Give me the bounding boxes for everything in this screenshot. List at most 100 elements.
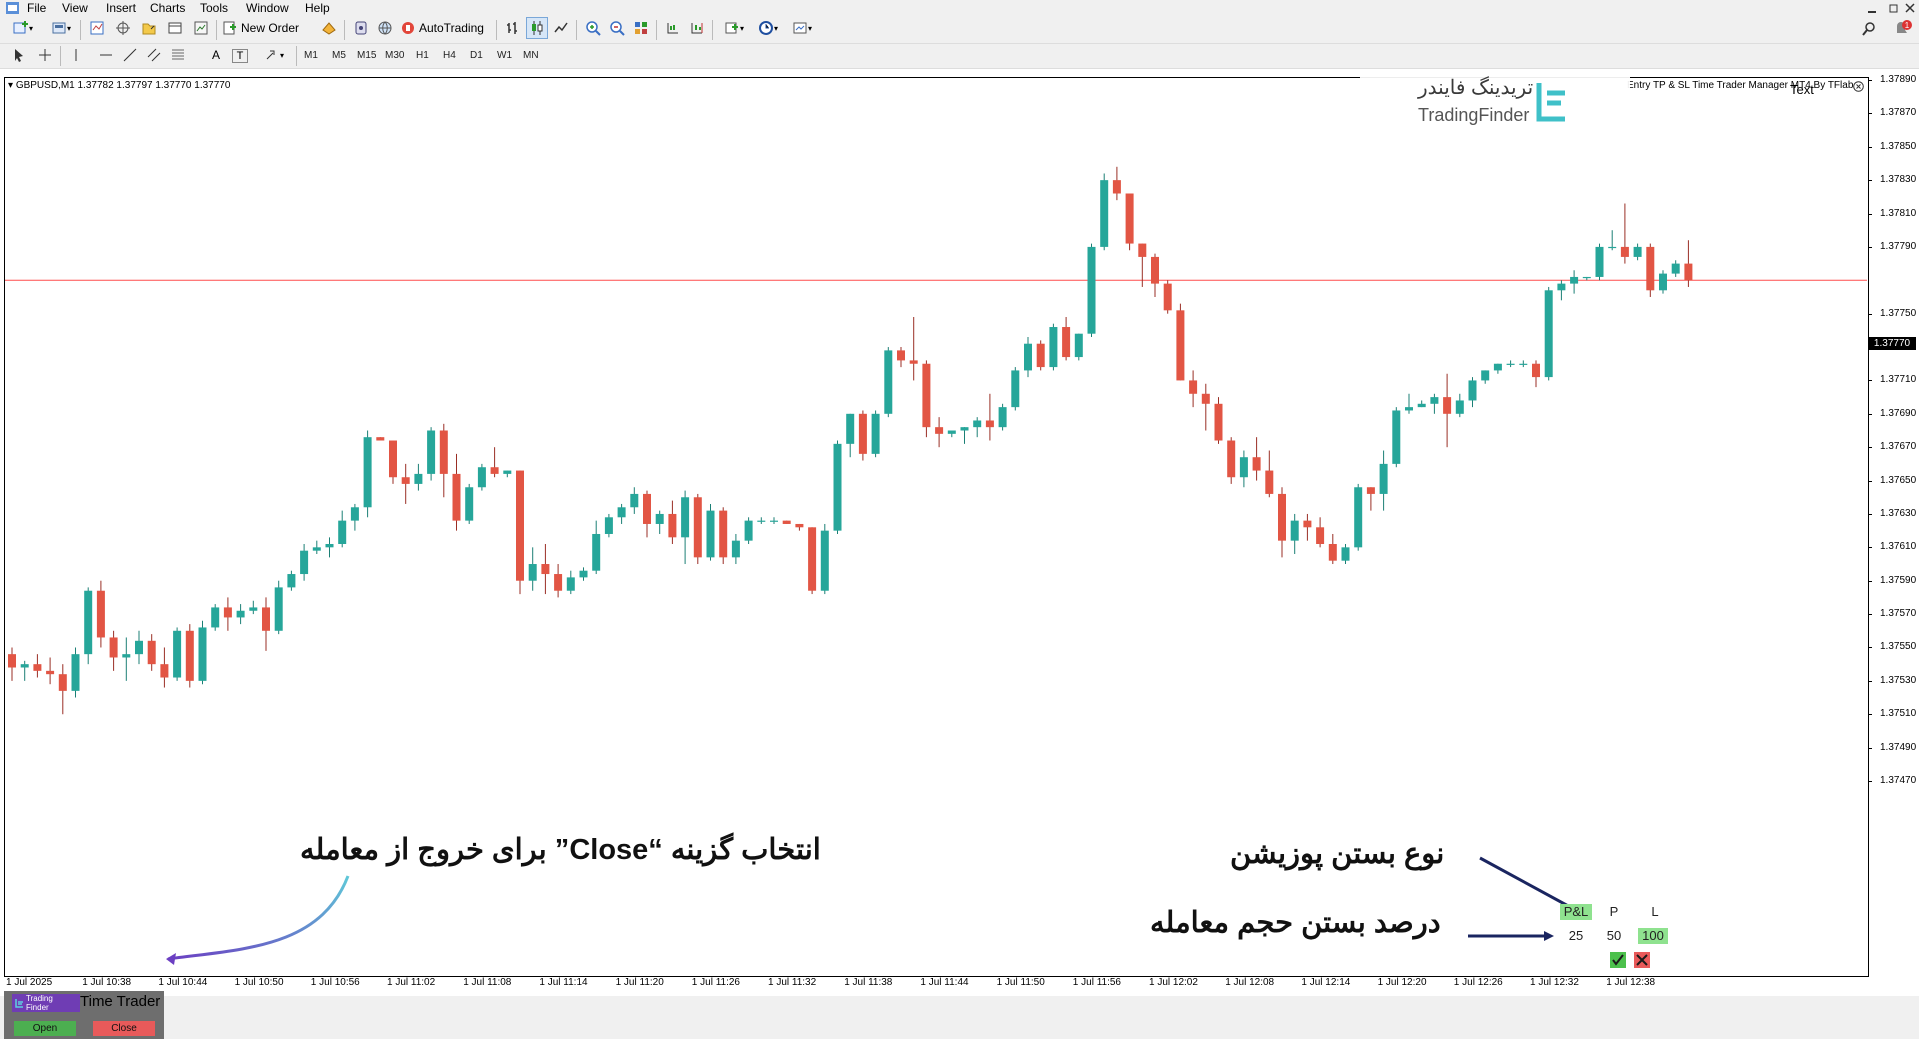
cursor-button[interactable] xyxy=(8,44,30,66)
chart-shift-button[interactable] xyxy=(662,17,684,39)
tile-windows-button[interactable] xyxy=(630,17,652,39)
profiles-button[interactable]: ▾ xyxy=(46,17,76,39)
panel-logo-line2: Finder xyxy=(26,1003,49,1012)
profiles-icon xyxy=(52,22,66,34)
indicators-button[interactable]: ▾ xyxy=(718,17,750,39)
close-window-icon[interactable] xyxy=(1905,3,1915,13)
tile-windows-icon xyxy=(635,22,647,34)
timeframe-m5[interactable]: M5 xyxy=(332,46,346,66)
community-button[interactable] xyxy=(374,17,396,39)
candlestick-chart-button[interactable] xyxy=(526,17,548,39)
timeframe-m30[interactable]: M30 xyxy=(385,46,404,66)
time-trader-panel: Trading Finder Time Trader Open Close xyxy=(4,991,164,1039)
autotrading-button[interactable]: AutoTrading xyxy=(400,17,492,39)
vertical-line-button[interactable] xyxy=(66,44,86,66)
menu-insert[interactable]: Insert xyxy=(106,1,136,15)
chart-shift-icon xyxy=(667,23,678,34)
market-watch-icon xyxy=(90,21,104,35)
line-chart-icon xyxy=(554,22,568,33)
autotrading-label: AutoTrading xyxy=(419,21,484,35)
pl-percent-value[interactable]: 25 xyxy=(1560,928,1592,944)
cursor-icon xyxy=(15,49,23,62)
autotrading-icon xyxy=(402,22,414,34)
trendline-button[interactable] xyxy=(120,44,140,66)
minimize-icon[interactable] xyxy=(1867,4,1877,14)
cancel-x-icon[interactable] xyxy=(1634,952,1650,968)
crosshair-nav-icon xyxy=(116,21,130,35)
crosshair-button[interactable] xyxy=(34,44,56,66)
bar-chart-button[interactable] xyxy=(502,17,524,39)
l-header[interactable]: L xyxy=(1645,904,1665,920)
timeframe-mn[interactable]: MN xyxy=(523,46,539,66)
vertical-line-icon xyxy=(75,49,77,61)
timeframe-h4[interactable]: H4 xyxy=(443,46,456,66)
p-percent-value[interactable]: 50 xyxy=(1600,928,1628,944)
p-header[interactable]: P xyxy=(1604,904,1624,920)
fibonacci-icon xyxy=(172,49,184,60)
restore-icon[interactable] xyxy=(1889,3,1899,13)
timeframe-m1[interactable]: M1 xyxy=(304,46,318,66)
data-window-button[interactable] xyxy=(112,17,134,39)
chart-window[interactable]: ▾ GBPUSD,M1 1.37782 1.37797 1.37770 1.37… xyxy=(0,69,1919,1039)
app-icon xyxy=(6,2,19,14)
signals-button[interactable] xyxy=(350,17,372,39)
strategy-tester-button[interactable] xyxy=(190,17,212,39)
clock-icon xyxy=(758,21,773,35)
l-percent-value[interactable]: 100 xyxy=(1638,928,1668,944)
terminal-icon xyxy=(168,22,182,34)
line-chart-button[interactable] xyxy=(550,17,572,39)
search-icon[interactable] xyxy=(1861,21,1877,37)
equidistant-channel-button[interactable] xyxy=(144,44,164,66)
text-button[interactable]: A xyxy=(208,44,224,66)
globe-icon xyxy=(378,21,392,35)
terminal-button[interactable] xyxy=(164,17,186,39)
curved-arrow-to-close xyxy=(167,875,350,961)
navigator-icon xyxy=(142,23,156,35)
panel-logo: Trading Finder xyxy=(12,994,80,1012)
toolbar-separator xyxy=(496,20,497,40)
market-watch-button[interactable] xyxy=(86,17,108,39)
confirm-check-icon[interactable] xyxy=(1610,952,1626,968)
menu-view[interactable]: View xyxy=(62,1,88,15)
templates-icon xyxy=(793,22,807,34)
new-chart-button[interactable]: ▾ xyxy=(8,17,38,39)
new-order-button[interactable]: New Order xyxy=(222,17,318,39)
zoom-out-button[interactable] xyxy=(606,17,628,39)
main-toolbar: ▾ ▾ New Order AutoTrading ▾ ▾ ▾ 1 xyxy=(0,17,1919,44)
menu-help[interactable]: Help xyxy=(305,1,330,15)
timeframe-w1[interactable]: W1 xyxy=(497,46,512,66)
open-button[interactable]: Open xyxy=(14,1021,76,1036)
navigator-button[interactable] xyxy=(138,17,160,39)
arrow-to-percent-value-head xyxy=(1544,931,1554,941)
zoom-in-button[interactable] xyxy=(582,17,604,39)
timeframe-d1[interactable]: D1 xyxy=(470,46,483,66)
menu-tools[interactable]: Tools xyxy=(200,1,228,15)
menu-file[interactable]: File xyxy=(27,1,46,15)
timeframe-h1[interactable]: H1 xyxy=(416,46,429,66)
menu-window[interactable]: Window xyxy=(246,1,289,15)
panel-logo-icon xyxy=(15,999,23,1008)
fibonacci-button[interactable] xyxy=(168,44,188,66)
zoom-in-icon xyxy=(586,21,601,36)
autoscroll-button[interactable] xyxy=(686,17,708,39)
new-order-icon xyxy=(223,21,236,35)
pl-header[interactable]: P&L xyxy=(1560,904,1592,920)
notifications-icon[interactable]: 1 xyxy=(1893,19,1913,39)
arrows-button[interactable]: ▾ xyxy=(258,44,290,66)
toolbar-separator xyxy=(60,46,61,66)
horizontal-line-button[interactable] xyxy=(96,44,116,66)
svg-text:1: 1 xyxy=(1905,21,1910,30)
candlestick-icon xyxy=(532,21,543,35)
toolbar-separator xyxy=(344,20,345,40)
menu-bar: File View Insert Charts Tools Window Hel… xyxy=(0,0,1919,17)
periods-button[interactable]: ▾ xyxy=(752,17,784,39)
close-button[interactable]: Close xyxy=(93,1021,155,1036)
bar-chart-icon xyxy=(507,22,517,34)
metaeditor-button[interactable] xyxy=(318,17,340,39)
arrows-icon xyxy=(266,50,275,60)
templates-button[interactable]: ▾ xyxy=(786,17,818,39)
curved-arrow-head xyxy=(166,953,176,965)
timeframe-m15[interactable]: M15 xyxy=(357,46,376,66)
menu-charts[interactable]: Charts xyxy=(150,1,185,15)
text-label-button[interactable]: T xyxy=(232,49,248,63)
